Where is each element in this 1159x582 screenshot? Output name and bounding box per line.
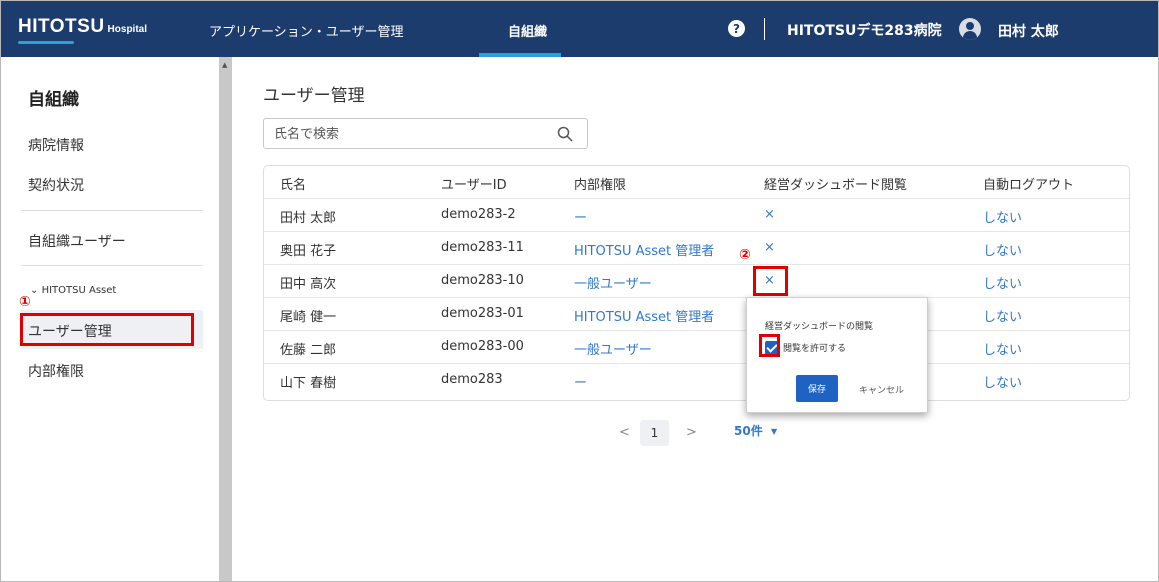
search-icon[interactable]: [557, 126, 573, 142]
page-size-select[interactable]: 50件: [734, 422, 763, 439]
nav-active-indicator: [479, 53, 561, 57]
cell-auto-logout[interactable]: しない: [983, 339, 1022, 358]
table-row[interactable]: 奥田 花子 demo283-11 HITOTSU Asset 管理者 × しない: [264, 232, 1129, 265]
top-navigation-bar: HITOTSU Hospital アプリケーション・ユーザー管理 自組織 ? HI…: [1, 1, 1158, 57]
sidebar-group-hitotsu-asset[interactable]: ⌄ HITOTSU Asset: [30, 285, 116, 296]
sidebar-item-internal-permissions[interactable]: 内部権限: [28, 361, 84, 381]
cell-auto-logout[interactable]: しない: [983, 240, 1022, 259]
column-header-internal-role[interactable]: 内部権限: [574, 174, 626, 193]
nav-application-user-management[interactable]: アプリケーション・ユーザー管理: [209, 21, 403, 40]
column-header-dashboard[interactable]: 経営ダッシュボード閲覧: [764, 174, 907, 193]
cell-internal-role[interactable]: HITOTSU Asset 管理者: [574, 306, 714, 325]
cell-internal-role[interactable]: HITOTSU Asset 管理者: [574, 240, 714, 259]
cell-user-id: demo283-01: [441, 306, 524, 321]
logo-main: HITOTSU: [18, 16, 105, 37]
nav-own-organization[interactable]: 自組織: [508, 21, 547, 40]
cell-name: 山下 春樹: [280, 376, 337, 391]
user-avatar-icon[interactable]: [959, 18, 981, 40]
sidebar-item-hospital-info[interactable]: 病院情報: [28, 135, 84, 155]
user-name[interactable]: 田村 太郎: [998, 21, 1059, 41]
save-button[interactable]: 保存: [796, 375, 838, 402]
table-row[interactable]: 尾崎 健一 demo283-01 HITOTSU Asset 管理者 しない: [264, 298, 1129, 331]
app-window: HITOTSU Hospital アプリケーション・ユーザー管理 自組織 ? HI…: [0, 0, 1159, 582]
scroll-up-arrow-icon[interactable]: ▲: [222, 61, 227, 69]
table-row[interactable]: 山下 春樹 demo283 ー しない: [264, 364, 1129, 397]
cell-user-id: demo283-11: [441, 240, 524, 255]
cell-user-id: demo283-00: [441, 339, 524, 354]
cell-user-id: demo283-2: [441, 207, 516, 222]
cell-auto-logout[interactable]: しない: [983, 273, 1022, 292]
cell-user-id: demo283-10: [441, 273, 524, 288]
annotation-number-1: ①: [19, 294, 31, 310]
pagination-page-1[interactable]: 1: [640, 420, 669, 446]
logo-underline: [18, 41, 74, 44]
help-icon[interactable]: ?: [728, 20, 745, 37]
cell-internal-role[interactable]: 一般ユーザー: [574, 273, 652, 292]
logo[interactable]: HITOTSU Hospital: [18, 16, 147, 38]
sidebar-scrollbar[interactable]: ▲: [219, 57, 232, 581]
hospital-name: HITOTSUデモ283病院: [787, 23, 942, 39]
annotation-number-2: ②: [739, 247, 751, 263]
table-row[interactable]: 佐藤 二郎 demo283-00 一般ユーザー しない: [264, 331, 1129, 364]
cell-auto-logout[interactable]: しない: [983, 207, 1022, 226]
column-header-auto-logout[interactable]: 自動ログアウト: [983, 174, 1074, 193]
cell-auto-logout[interactable]: しない: [983, 372, 1022, 391]
page-title: ユーザー管理: [263, 86, 365, 106]
popover-title: 経営ダッシュボードの閲覧: [765, 322, 874, 332]
logo-sub: Hospital: [107, 24, 147, 35]
cell-internal-role[interactable]: 一般ユーザー: [574, 339, 652, 358]
pagination-prev-icon[interactable]: <: [619, 425, 630, 440]
header-divider: [764, 18, 765, 40]
column-header-user-id[interactable]: ユーザーID: [441, 174, 507, 193]
sidebar-group-label: HITOTSU Asset: [41, 285, 117, 296]
caret-down-icon[interactable]: ▼: [771, 427, 777, 436]
pagination-next-icon[interactable]: >: [686, 425, 697, 440]
table-row[interactable]: 田村 太郎 demo283-2 ー × しない: [264, 199, 1129, 232]
sidebar-title: 自組織: [28, 90, 79, 110]
search-input[interactable]: [274, 125, 544, 143]
annotation-box-2: [753, 266, 788, 296]
column-header-name[interactable]: 氏名: [280, 174, 306, 193]
cell-name: 田中 高次: [280, 277, 337, 292]
table-row[interactable]: 田中 高次 demo283-10 一般ユーザー × しない: [264, 265, 1129, 298]
cell-dashboard[interactable]: ×: [764, 240, 775, 255]
sidebar-divider: [21, 210, 203, 211]
annotation-box-checkbox: [759, 334, 780, 357]
sidebar-item-contract-status[interactable]: 契約状況: [28, 175, 84, 195]
cell-internal-role[interactable]: ー: [574, 372, 587, 391]
search-box[interactable]: [263, 118, 588, 149]
table-header-row: 氏名 ユーザーID 内部権限 経営ダッシュボード閲覧 自動ログアウト: [264, 166, 1129, 199]
allow-view-label[interactable]: 閲覧を許可する: [783, 341, 846, 354]
cancel-button[interactable]: キャンセル: [859, 383, 904, 396]
cell-name: 佐藤 二郎: [280, 343, 337, 358]
cell-dashboard[interactable]: ×: [764, 207, 775, 222]
cell-user-id: demo283: [441, 372, 503, 387]
cell-name: 奥田 花子: [280, 244, 337, 259]
cell-auto-logout[interactable]: しない: [983, 306, 1022, 325]
cell-name: 田村 太郎: [280, 211, 337, 226]
annotation-box-1: [20, 313, 194, 346]
cell-internal-role[interactable]: ー: [574, 207, 587, 226]
users-table: 氏名 ユーザーID 内部権限 経営ダッシュボード閲覧 自動ログアウト 田村 太郎…: [263, 165, 1130, 401]
chevron-down-icon: ⌄: [30, 285, 39, 296]
sidebar-divider: [21, 265, 203, 266]
sidebar-item-org-users[interactable]: 自組織ユーザー: [28, 231, 126, 251]
cell-name: 尾崎 健一: [280, 310, 337, 325]
